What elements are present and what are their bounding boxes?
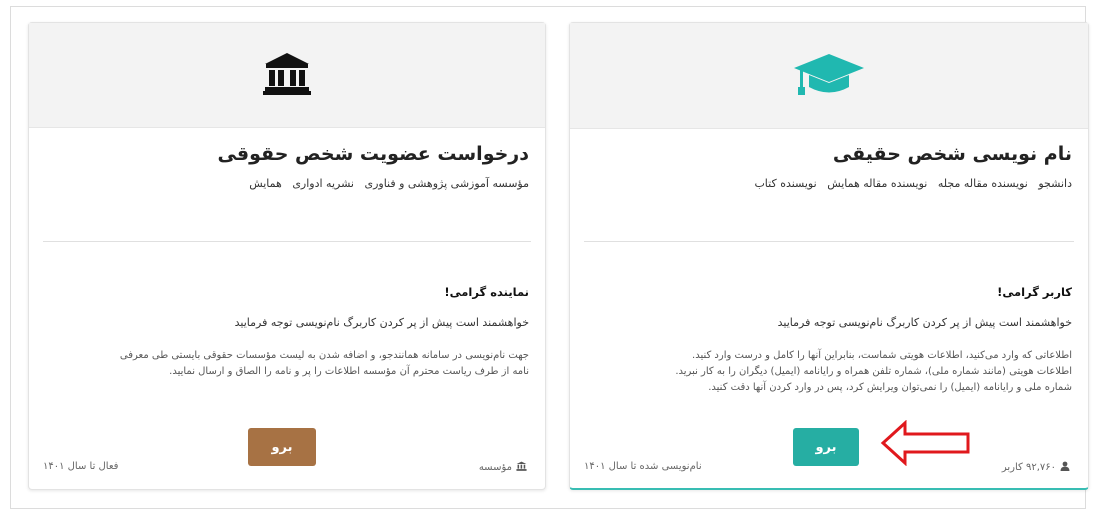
natural-description-line: اطلاعات هویتی (مانند شماره ملی)، شماره ت… bbox=[675, 366, 1072, 377]
legal-footer-type: مؤسسه bbox=[479, 461, 527, 474]
tag-conference-author: نویسنده مقاله همایش bbox=[827, 177, 928, 190]
natural-card-divider bbox=[584, 241, 1074, 242]
legal-notice: خواهشمند است پیش از پر کردن کاربرگ نام‌ن… bbox=[234, 316, 529, 329]
natural-go-button[interactable]: برو bbox=[793, 428, 859, 466]
legal-card-divider bbox=[43, 241, 531, 242]
tag-journal-author: نویسنده مقاله مجله bbox=[937, 177, 1028, 190]
natural-footer-status: نام‌نویسی شده تا سال ۱۴۰۱ bbox=[584, 461, 702, 472]
legal-card-tags: مؤسسه آموزشی پژوهشی و فناوری نشریه ادوار… bbox=[242, 177, 529, 190]
legal-description: جهت نام‌نویسی در سامانه همانندجو، و اضاف… bbox=[41, 348, 529, 380]
natural-card-header bbox=[570, 23, 1088, 129]
tag-conference: همایش bbox=[249, 177, 282, 190]
legal-entity-card: درخواست عضویت شخص حقوقی مؤسسه آموزشی پژو… bbox=[28, 22, 546, 490]
legal-go-button[interactable]: برو bbox=[248, 428, 316, 466]
user-icon bbox=[1060, 461, 1070, 474]
natural-greeting: کاربر گرامی! bbox=[997, 285, 1072, 299]
graduation-cap-icon bbox=[792, 50, 866, 102]
natural-description: اطلاعاتی که وارد می‌کنید، اطلاعات هویتی … bbox=[582, 348, 1072, 396]
legal-description-line: جهت نام‌نویسی در سامانه همانندجو، و اضاف… bbox=[119, 350, 529, 361]
natural-description-line: اطلاعاتی که وارد می‌کنید، اطلاعات هویتی … bbox=[692, 350, 1072, 361]
tag-institute: مؤسسه آموزشی پژوهشی و فناوری bbox=[364, 177, 529, 190]
tag-periodical: نشریه ادواری bbox=[292, 177, 354, 190]
natural-card-tags: دانشجو نویسنده مقاله مجله نویسنده مقاله … bbox=[747, 177, 1072, 190]
legal-footer-type-label: مؤسسه bbox=[478, 462, 512, 473]
legal-card-title: درخواست عضویت شخص حقوقی bbox=[217, 143, 529, 165]
legal-card-header bbox=[29, 23, 545, 128]
natural-footer-users: ۹۲,۷۶۰ کاربر bbox=[1002, 461, 1070, 474]
red-arrow-icon bbox=[880, 419, 972, 470]
natural-footer-users-label: ۹۲,۷۶۰ کاربر bbox=[1001, 462, 1056, 473]
natural-notice: خواهشمند است پیش از پر کردن کاربرگ نام‌ن… bbox=[777, 316, 1072, 329]
legal-description-line: نامه از طرف ریاست محترم آن مؤسسه اطلاعات… bbox=[169, 366, 529, 377]
tag-book-author: نویسنده کتاب bbox=[754, 177, 817, 190]
tag-student: دانشجو bbox=[1038, 177, 1072, 190]
legal-footer-status: فعال تا سال ۱۴۰۱ bbox=[43, 461, 119, 472]
natural-card-title: نام نویسی شخص حقیقی bbox=[832, 143, 1072, 165]
bank-building-icon bbox=[262, 51, 312, 99]
natural-description-line: شماره ملی و رایانامه (ایمیل) را نمی‌توان… bbox=[708, 382, 1072, 393]
bank-small-icon bbox=[516, 461, 527, 474]
legal-greeting: نماینده گرامی! bbox=[444, 285, 529, 299]
natural-person-card: نام نویسی شخص حقیقی دانشجو نویسنده مقاله… bbox=[569, 22, 1089, 490]
